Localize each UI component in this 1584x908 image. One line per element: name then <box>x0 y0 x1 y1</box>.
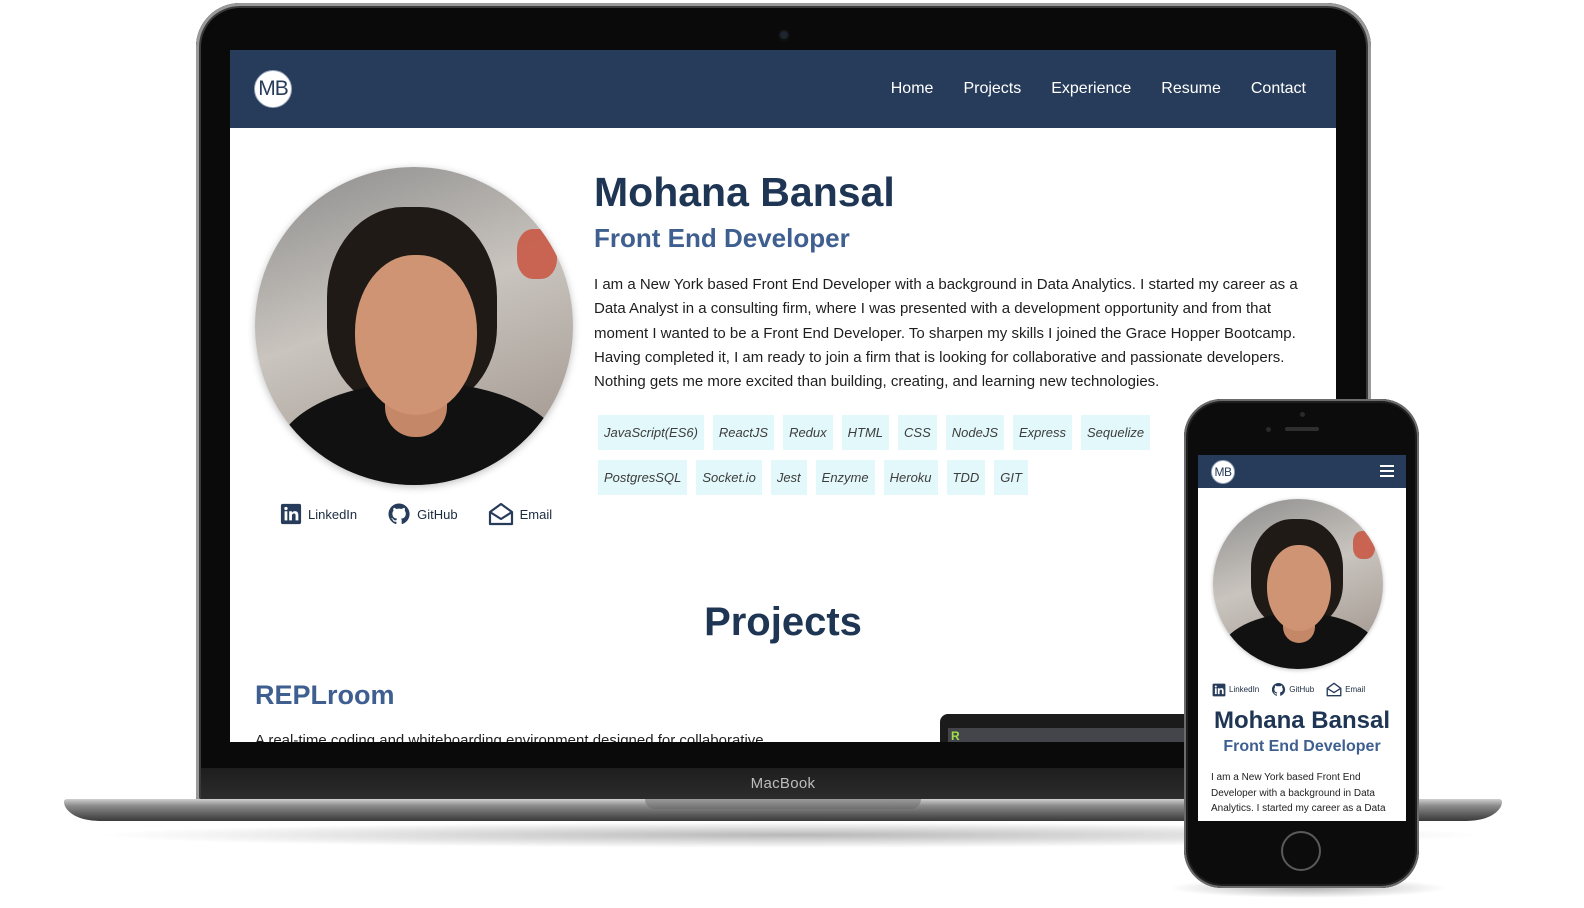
profile-role: Front End Developer <box>594 223 850 253</box>
hamburger-menu-icon[interactable] <box>1380 465 1394 477</box>
skill-tag: PostgresSQL <box>598 460 688 495</box>
github-label: GitHub <box>417 506 458 522</box>
skill-tag: HTML <box>841 415 890 450</box>
project-thumbnail-screen <box>948 728 1198 742</box>
email-icon <box>1326 682 1342 697</box>
linkedin-link[interactable]: LinkedIn <box>280 503 357 525</box>
nav-experience[interactable]: Experience <box>1051 80 1131 98</box>
mobile-linkedin-label: LinkedIn <box>1229 685 1260 694</box>
mobile-profile-role: Front End Developer <box>1223 738 1381 755</box>
skill-tag: TDD <box>946 460 986 495</box>
skills-list: JavaScript(ES6) ReactJS Redux HTML CSS N… <box>598 415 1198 495</box>
mobile-site-logo[interactable]: MB <box>1211 460 1235 484</box>
skill-tag: NodeJS <box>945 415 1005 450</box>
profile-bio: I am a New York based Front End Develope… <box>594 276 1298 391</box>
skill-tag: ReactJS <box>712 415 775 450</box>
mobile-navbar: MB <box>1198 455 1406 488</box>
github-icon <box>388 503 410 525</box>
mobile-social-links: LinkedIn GitHub Email <box>1212 682 1365 697</box>
mobile-profile-name: Mohana Bansal <box>1213 707 1391 734</box>
skill-tag: Sequelize <box>1080 415 1151 450</box>
linkedin-icon <box>1212 683 1226 696</box>
skill-tag: Heroku <box>883 460 938 495</box>
laptop-screen: MB Home Projects Experience Resume Conta… <box>230 50 1336 742</box>
mobile-github-label: GitHub <box>1289 685 1315 694</box>
email-label: Email <box>519 506 553 522</box>
profile-photo <box>255 167 573 485</box>
social-links: LinkedIn GitHub Email <box>280 502 552 526</box>
phone-home-button[interactable] <box>1281 831 1321 871</box>
nav-home[interactable]: Home <box>891 80 934 98</box>
github-link[interactable]: GitHub <box>387 502 458 526</box>
projects-heading: Projects <box>704 600 862 644</box>
navbar: MB Home Projects Experience Resume Conta… <box>230 50 1336 128</box>
mobile-profile-photo <box>1213 499 1383 669</box>
skill-tag: Enzyme <box>815 460 875 495</box>
nav-links: Home Projects Experience Resume Contact <box>891 80 1306 98</box>
mobile-profile-bio: I am a New York based Front End Develope… <box>1211 772 1386 814</box>
linkedin-label: LinkedIn <box>308 506 358 522</box>
project-description: A real-time coding and whiteboarding env… <box>255 732 764 742</box>
linkedin-icon <box>280 503 302 525</box>
nav-contact[interactable]: Contact <box>1251 80 1306 98</box>
mobile-github-link[interactable]: GitHub <box>1271 682 1314 697</box>
site-logo[interactable]: MB <box>254 70 292 108</box>
mobile-email-link[interactable]: Email <box>1326 682 1365 697</box>
laptop-base-notch <box>645 799 921 809</box>
nav-projects[interactable]: Projects <box>963 80 1021 98</box>
project-title[interactable]: REPLroom <box>255 680 395 711</box>
skill-tag: Socket.io <box>696 460 762 495</box>
phone-speaker <box>1285 427 1319 431</box>
github-icon <box>1272 682 1286 696</box>
skill-tag: Redux <box>783 415 833 450</box>
skill-tag: GIT <box>994 460 1028 495</box>
skill-tag: Jest <box>770 460 807 495</box>
phone-camera <box>1300 412 1305 417</box>
phone-screen: MB LinkedIn GitHub Email Mohana Bansal F… <box>1198 455 1406 821</box>
skill-tag: Express <box>1013 415 1072 450</box>
email-icon <box>488 502 513 526</box>
mobile-email-label: Email <box>1345 685 1366 694</box>
phone-sensor <box>1266 427 1271 432</box>
email-link[interactable]: Email <box>488 502 553 526</box>
mobile-linkedin-link[interactable]: LinkedIn <box>1212 683 1259 697</box>
project-thumbnail-logo: R <box>951 729 960 742</box>
profile-name: Mohana Bansal <box>594 169 895 215</box>
laptop-camera <box>780 31 788 39</box>
skill-tag: CSS <box>898 415 937 450</box>
nav-resume[interactable]: Resume <box>1161 80 1221 98</box>
skill-tag: JavaScript(ES6) <box>598 415 704 450</box>
